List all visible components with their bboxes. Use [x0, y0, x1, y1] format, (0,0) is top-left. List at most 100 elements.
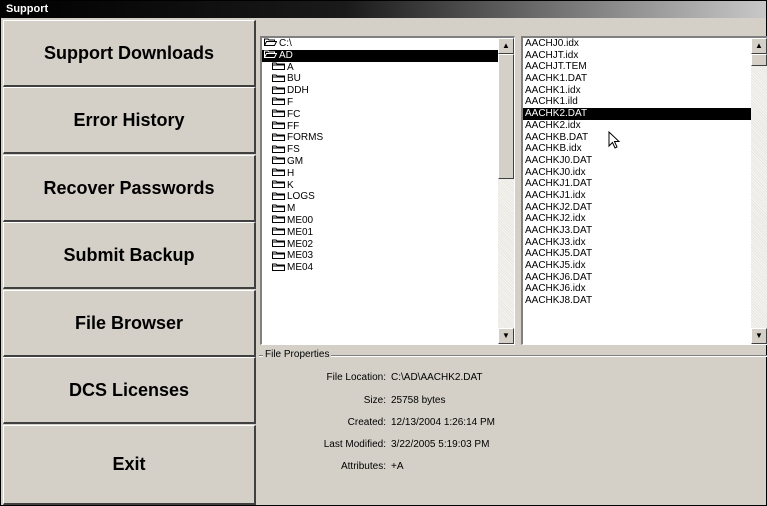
directory-name: F: [287, 96, 294, 108]
file-item[interactable]: AACHKJ8.DAT: [523, 295, 751, 307]
file-list[interactable]: AACHJ0.idx AACHJT.idx AACHJT.TEM AACHK1.DAT…: [521, 36, 767, 345]
group-divider: [259, 355, 767, 357]
file-item[interactable]: AACHK1.ild: [523, 96, 751, 108]
support-downloads-button[interactable]: Support Downloads: [3, 20, 256, 87]
directory-item[interactable]: DDH: [262, 85, 498, 97]
file-scrollbar[interactable]: ▲ ▼: [751, 38, 767, 344]
directory-item[interactable]: F: [262, 97, 498, 109]
error-history-button[interactable]: Error History: [3, 87, 256, 154]
file-properties-group: File Properties File Location: C:\AD\AAC…: [259, 349, 767, 505]
directory-item[interactable]: A: [262, 62, 498, 74]
property-label: Created:: [347, 417, 386, 428]
folder-icon: [272, 227, 285, 236]
file-item[interactable]: AACHK2.idx: [523, 120, 751, 132]
folder-icon: [272, 239, 285, 247]
directory-name: ME04: [287, 262, 314, 274]
file-item[interactable]: AACHKJ0.idx: [523, 167, 751, 179]
file-item[interactable]: AACHKJ2.DAT: [523, 202, 751, 214]
directory-name: GM: [287, 155, 304, 167]
directory-item[interactable]: FC: [262, 109, 498, 121]
directory-item[interactable]: FS: [262, 144, 498, 156]
scroll-down-button[interactable]: ▼: [751, 328, 767, 344]
file-item[interactable]: AACHKJ3.DAT: [523, 225, 751, 237]
file-item[interactable]: AACHKJ6.idx: [523, 283, 751, 295]
folder-icon: [272, 62, 285, 70]
property-row-location: File Location: C:\AD\AACHK2.DAT: [259, 371, 759, 385]
dcs-licenses-button[interactable]: DCS Licenses: [3, 357, 256, 424]
directory-item[interactable]: C:\: [262, 38, 498, 50]
file-item[interactable]: AACHK1.idx: [523, 85, 751, 97]
file-item[interactable]: AACHKJ1.idx: [523, 190, 751, 202]
directory-list[interactable]: C:\ AD A BU DDH F FC FF FORMS FS GM H K LOGS M ME00 ME01…: [260, 36, 515, 345]
file-item[interactable]: AACHJ0.idx: [523, 38, 751, 50]
recover-passwords-button[interactable]: Recover Passwords: [3, 155, 256, 222]
property-label: Size:: [363, 395, 386, 406]
property-value: 12/13/2004 1:26:14 PM: [391, 417, 495, 428]
file-item[interactable]: AACHJT.idx: [523, 50, 751, 62]
directory-name: FC: [287, 108, 301, 120]
directory-item[interactable]: K: [262, 180, 498, 192]
file-item[interactable]: AACHK1.DAT: [523, 73, 751, 85]
file-item[interactable]: AACHKJ2.idx: [523, 213, 751, 225]
directory-name: ME02: [287, 238, 314, 250]
folder-icon: [272, 192, 285, 200]
folder-icon: [272, 156, 285, 165]
directory-item[interactable]: ME04: [262, 262, 498, 274]
directory-item[interactable]: GM: [262, 156, 498, 168]
folder-icon: [272, 121, 285, 129]
folder-icon: [272, 180, 285, 188]
submit-backup-button[interactable]: Submit Backup: [3, 222, 256, 289]
folder-icon: [272, 109, 285, 118]
directory-name: ME01: [287, 226, 314, 238]
file-item[interactable]: AACHKJ3.idx: [523, 237, 751, 249]
support-window: Support Support Downloads Error History …: [0, 0, 767, 506]
folder-icon: [272, 263, 285, 271]
scroll-down-button[interactable]: ▼: [498, 328, 514, 344]
open-folder-icon: [264, 50, 277, 59]
directory-name: C:\: [279, 38, 292, 49]
directory-item[interactable]: H: [262, 168, 498, 180]
directory-item[interactable]: FF: [262, 121, 498, 133]
directory-name: A: [287, 61, 294, 73]
directory-item[interactable]: AD: [262, 49, 498, 62]
folder-icon: [272, 74, 285, 82]
directory-item[interactable]: ME01: [262, 227, 498, 239]
property-label: Attributes:: [340, 461, 386, 472]
directory-name: FORMS: [287, 132, 324, 144]
directory-name: AD: [279, 49, 293, 61]
property-value: +A: [391, 461, 404, 472]
property-value: 25758 bytes: [391, 395, 446, 406]
scroll-thumb[interactable]: [498, 54, 514, 179]
file-rows: AACHJ0.idx AACHJT.idx AACHJT.TEM AACHK1.DAT…: [523, 38, 751, 344]
file-item[interactable]: AACHKJ5.idx: [523, 260, 751, 272]
group-title: File Properties: [263, 349, 332, 360]
scroll-thumb[interactable]: [751, 54, 767, 66]
exit-button[interactable]: Exit: [3, 425, 256, 505]
directory-scrollbar[interactable]: ▲ ▼: [498, 38, 514, 344]
property-label: File Location:: [326, 372, 386, 383]
file-item[interactable]: AACHKJ6.DAT: [523, 272, 751, 284]
scroll-up-button[interactable]: ▲: [751, 38, 767, 54]
file-item[interactable]: AACHJT.TEM: [523, 61, 751, 73]
directory-name: FF: [287, 120, 300, 132]
directory-rows: C:\ AD A BU DDH F FC FF FORMS FS GM H K LOGS M ME00 ME01…: [262, 38, 498, 344]
file-item[interactable]: AACHKB.idx: [523, 143, 751, 155]
directory-name: DDH: [287, 85, 309, 97]
directory-item[interactable]: ME03: [262, 250, 498, 262]
directory-name: BU: [287, 73, 301, 85]
directory-item[interactable]: BU: [262, 73, 498, 85]
scroll-up-button[interactable]: ▲: [498, 38, 514, 54]
mouse-pointer-icon: [608, 131, 621, 149]
file-item[interactable]: AACHKB.DAT: [523, 132, 751, 144]
directory-item[interactable]: ME00: [262, 215, 498, 227]
directory-item[interactable]: LOGS: [262, 191, 498, 203]
directory-item[interactable]: ME02: [262, 239, 498, 251]
file-item[interactable]: AACHK2.DAT: [523, 108, 751, 120]
open-folder-icon: [264, 38, 277, 47]
file-item[interactable]: AACHKJ5.DAT: [523, 248, 751, 260]
file-item[interactable]: AACHKJ1.DAT: [523, 178, 751, 190]
file-browser-button[interactable]: File Browser: [3, 290, 256, 357]
directory-item[interactable]: M: [262, 203, 498, 215]
file-item[interactable]: AACHKJ0.DAT: [523, 155, 751, 167]
directory-item[interactable]: FORMS: [262, 132, 498, 144]
